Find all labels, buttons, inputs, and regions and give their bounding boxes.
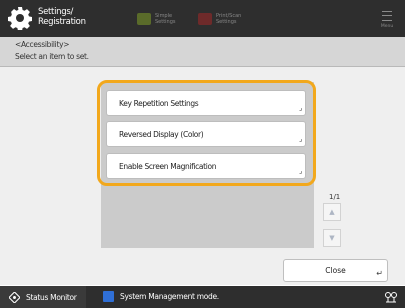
item-label: Enable Screen Magnification [119,161,217,171]
arrow-up-icon: ▲ [329,208,335,216]
arrow-icon: ⌟ [299,167,302,175]
item-label: Key Repetition Settings [119,98,199,108]
menu-button[interactable]: Menu [376,8,398,30]
status-monitor-label: Status Monitor [26,292,77,302]
instruction-text: Select an item to set. [15,52,89,61]
status-monitor-icon [9,291,20,303]
list-item-screen-magnification[interactable]: Enable Screen Magnification ⌟ [106,153,306,179]
arrow-down-icon: ▼ [329,234,335,242]
arrow-icon: ⌟ [299,104,302,112]
shortcut-label: Print/Scan Settings [216,13,242,25]
status-monitor-button[interactable]: Status Monitor [0,286,86,308]
menu-label: Menu [380,24,394,29]
close-button[interactable]: Close ↵ [283,259,388,282]
network-icon[interactable] [384,290,398,304]
system-mode-icon [103,291,114,302]
breadcrumb: <Accessibility> [15,40,70,49]
app-title: Settings/ Registration [38,7,86,27]
hamburger-icon [382,11,392,21]
scroll-up-button[interactable]: ▲ [323,203,341,221]
list-item-key-repetition[interactable]: Key Repetition Settings ⌟ [106,90,306,116]
scroll-down-button[interactable]: ▼ [323,229,341,247]
system-message-text: System Management mode. [120,292,219,301]
shortcut-icon [198,13,212,25]
arrow-icon: ⌟ [299,135,302,143]
shortcut-label: Simple Settings [155,13,176,25]
gear-icon [8,7,32,30]
item-label: Reversed Display (Color) [119,129,204,139]
enter-icon: ↵ [376,269,383,278]
shortcut-icon [137,13,151,25]
page-indicator: 1/1 [329,193,341,201]
shortcut-print-settings[interactable]: Print/Scan Settings [198,11,248,27]
list-item-reversed-display[interactable]: Reversed Display (Color) ⌟ [106,121,306,147]
close-label: Close [325,266,346,275]
system-message: System Management mode. [103,291,219,302]
shortcut-simple-settings[interactable]: Simple Settings [137,11,187,27]
